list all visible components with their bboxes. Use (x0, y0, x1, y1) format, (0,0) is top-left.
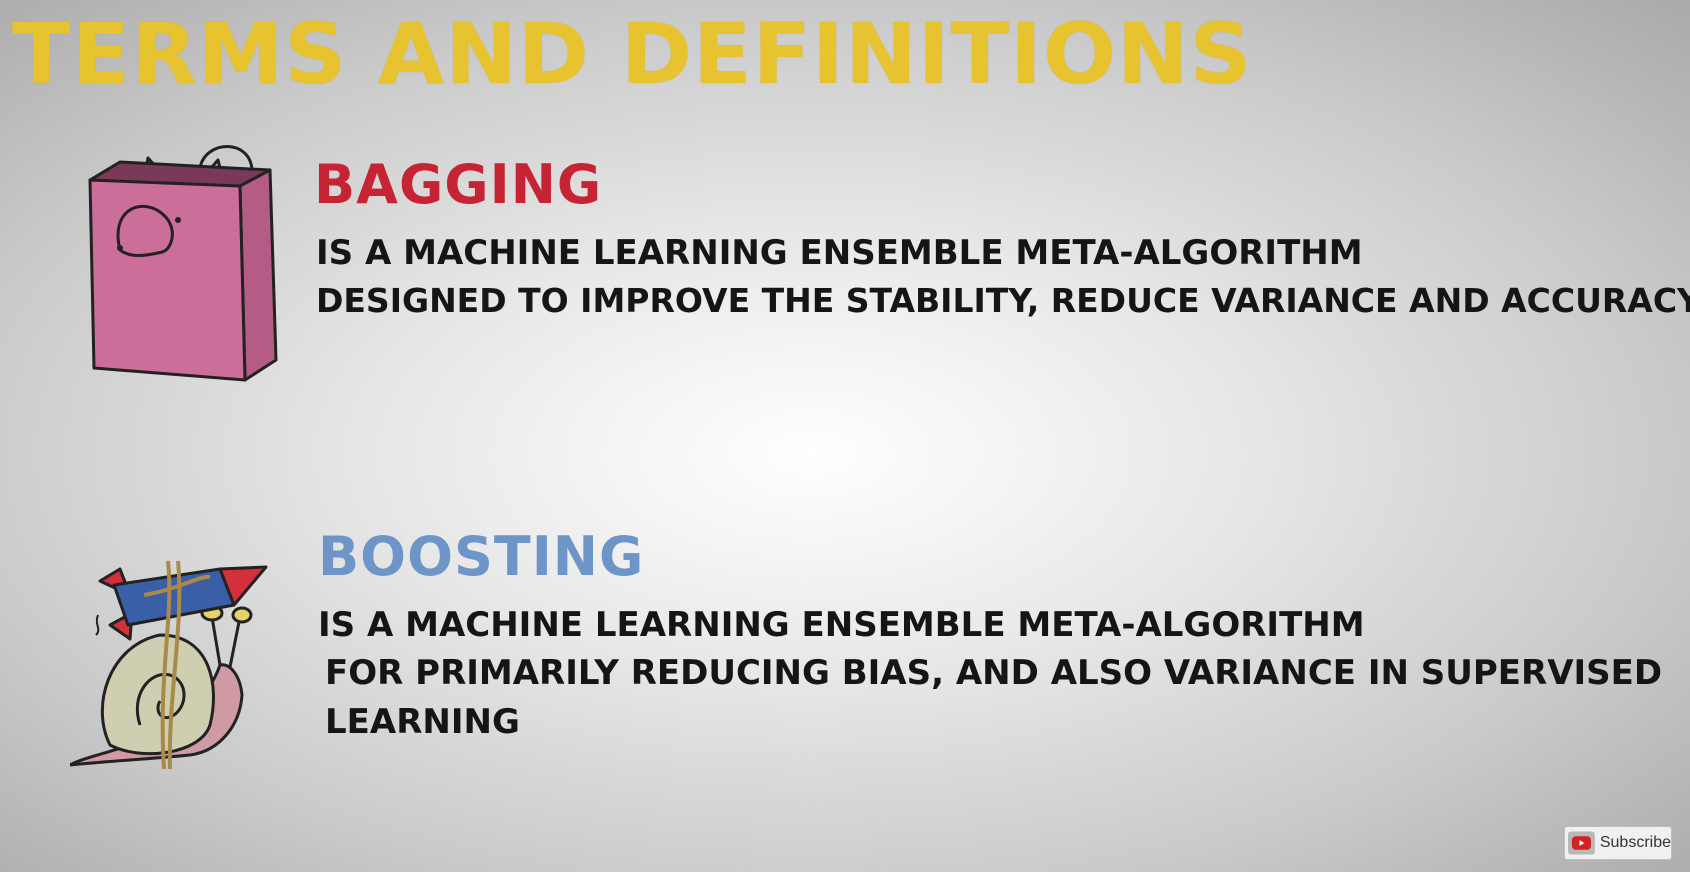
cat-in-bag-illustration (88, 145, 278, 382)
bagging-definition-line: DESIGNED TO IMPROVE THE STABILITY, REDUC… (316, 281, 1690, 320)
boosting-definition-line: LEARNING (325, 702, 520, 742)
page-title: TERMS AND DEFINITIONS (12, 5, 1253, 103)
subscribe-button[interactable]: Subscribe (1564, 826, 1672, 860)
bagging-definition-line: IS A MACHINE LEARNING ENSEMBLE META-ALGO… (316, 233, 1363, 273)
youtube-icon (1568, 831, 1595, 855)
boosting-definition-line: IS A MACHINE LEARNING ENSEMBLE META-ALGO… (318, 605, 1365, 645)
subscribe-label: Subscribe (1599, 834, 1671, 851)
term-bagging-heading: BAGGING (314, 153, 603, 216)
snail-rocket-illustration (70, 560, 268, 770)
term-boosting-heading: BOOSTING (318, 525, 645, 588)
boosting-definition-line: FOR PRIMARILY REDUCING BIAS, AND ALSO VA… (325, 653, 1663, 693)
snail-figure (70, 604, 253, 767)
